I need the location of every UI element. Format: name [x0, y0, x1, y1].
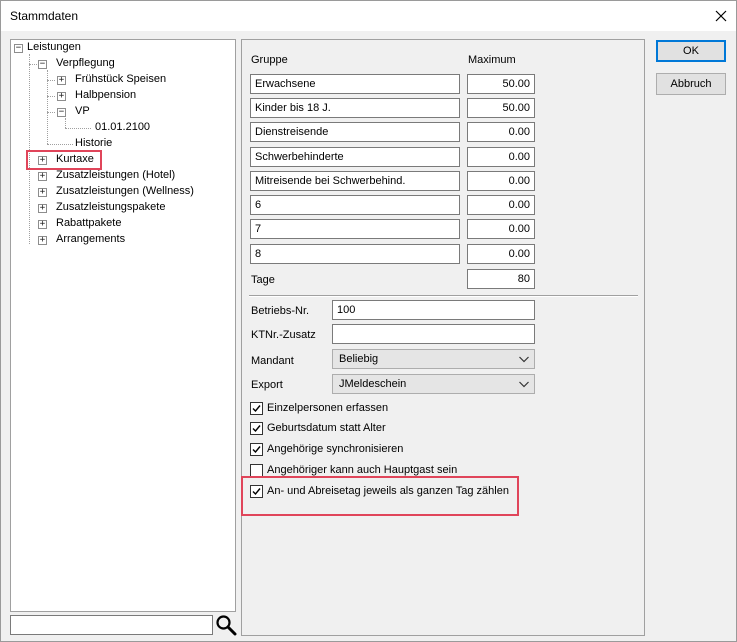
- group-max-field[interactable]: 0.00: [467, 195, 535, 215]
- mandant-value: Beliebig: [339, 353, 379, 365]
- group-name-field[interactable]: Schwerbehinderte: [250, 147, 460, 167]
- expand-icon[interactable]: +: [38, 236, 47, 245]
- export-value: JMeldeschein: [339, 378, 407, 390]
- expand-icon[interactable]: +: [38, 220, 47, 229]
- group-name-field[interactable]: 8: [250, 244, 460, 264]
- checkmark-icon: [252, 488, 261, 496]
- tree-item-rabattpakete[interactable]: Rabattpakete: [56, 217, 121, 229]
- stammdaten-window: Stammdaten − Leistungen − Verpflegung + …: [0, 0, 737, 642]
- group-max-field[interactable]: 0.00: [467, 244, 535, 264]
- group-max-field[interactable]: 0.00: [467, 171, 535, 191]
- an-abreisetag-checkbox[interactable]: [250, 485, 263, 498]
- tree-item-verpflegung[interactable]: Verpflegung: [56, 57, 115, 69]
- window-title: Stammdaten: [10, 9, 79, 23]
- expand-icon[interactable]: +: [38, 188, 47, 197]
- group-name-field[interactable]: Mitreisende bei Schwerbehind.: [250, 171, 460, 191]
- tree-item-historie[interactable]: Historie: [75, 137, 112, 149]
- tage-label: Tage: [251, 274, 275, 286]
- checkmark-icon: [252, 446, 261, 454]
- group-name-field[interactable]: Erwachsene: [250, 74, 460, 94]
- tree-item-zusatzpakete[interactable]: Zusatzleistungspakete: [56, 201, 165, 213]
- close-button[interactable]: [706, 1, 736, 31]
- einzelpersonen-checkbox[interactable]: [250, 402, 263, 415]
- angehoerige-sync-checkbox[interactable]: [250, 443, 263, 456]
- search-button[interactable]: [214, 613, 238, 637]
- column-header-gruppe: Gruppe: [251, 54, 288, 66]
- angehoeriger-hauptgast-checkbox[interactable]: [250, 464, 263, 477]
- tree-item-zusatz-hotel[interactable]: Zusatzleistungen (Hotel): [56, 169, 175, 181]
- group-name-field[interactable]: 6: [250, 195, 460, 215]
- tree-item-date[interactable]: 01.01.2100: [95, 121, 150, 133]
- tree-item-leistungen[interactable]: Leistungen: [27, 41, 81, 53]
- mandant-label: Mandant: [251, 355, 294, 367]
- expand-icon[interactable]: +: [38, 172, 47, 181]
- tree-view[interactable]: − Leistungen − Verpflegung + Frühstück S…: [10, 39, 236, 612]
- group-max-field[interactable]: 0.00: [467, 147, 535, 167]
- angehoeriger-hauptgast-label[interactable]: Angehöriger kann auch Hauptgast sein: [267, 464, 457, 476]
- expand-icon[interactable]: +: [38, 156, 47, 165]
- collapse-icon[interactable]: −: [38, 60, 47, 69]
- tree-item-halbpension[interactable]: Halbpension: [75, 89, 136, 101]
- tree-item-arrangements[interactable]: Arrangements: [56, 233, 125, 245]
- search-icon: [216, 615, 237, 636]
- close-icon: [715, 10, 727, 22]
- ktnr-zusatz-field[interactable]: [332, 324, 535, 344]
- geburtsdatum-label[interactable]: Geburtsdatum statt Alter: [267, 422, 386, 434]
- checkmark-icon: [252, 425, 261, 433]
- group-max-field[interactable]: 0.00: [467, 219, 535, 239]
- collapse-icon[interactable]: −: [14, 44, 23, 53]
- an-abreisetag-label[interactable]: An- und Abreisetag jeweils als ganzen Ta…: [267, 485, 509, 497]
- tree-item-kurtaxe[interactable]: Kurtaxe: [56, 153, 94, 165]
- column-header-maximum: Maximum: [468, 54, 516, 66]
- tree-item-vp[interactable]: VP: [75, 105, 90, 117]
- mandant-select[interactable]: Beliebig: [332, 349, 535, 369]
- ktnr-zusatz-label: KTNr.-Zusatz: [251, 329, 316, 341]
- tage-field[interactable]: 80: [467, 269, 535, 289]
- tree-item-zusatz-wellness[interactable]: Zusatzleistungen (Wellness): [56, 185, 194, 197]
- checkmark-icon: [252, 405, 261, 413]
- title-bar: Stammdaten: [1, 1, 736, 31]
- einzelpersonen-label[interactable]: Einzelpersonen erfassen: [267, 402, 388, 414]
- betriebs-nr-label: Betriebs-Nr.: [251, 305, 310, 317]
- ok-button[interactable]: OK: [656, 40, 726, 62]
- group-max-field[interactable]: 50.00: [467, 74, 535, 94]
- divider: [249, 295, 638, 297]
- export-select[interactable]: JMeldeschein: [332, 374, 535, 394]
- collapse-icon[interactable]: −: [57, 108, 66, 117]
- export-label: Export: [251, 379, 283, 391]
- group-name-field[interactable]: Kinder bis 18 J.: [250, 98, 460, 118]
- group-name-field[interactable]: 7: [250, 219, 460, 239]
- chevron-down-icon: [519, 356, 529, 363]
- group-max-field[interactable]: 50.00: [467, 98, 535, 118]
- expand-icon[interactable]: +: [38, 204, 47, 213]
- tree-search-input[interactable]: [10, 615, 213, 635]
- betriebs-nr-field[interactable]: 100: [332, 300, 535, 320]
- tree-item-fruehstueck[interactable]: Frühstück Speisen: [75, 73, 166, 85]
- angehoerige-sync-label[interactable]: Angehörige synchronisieren: [267, 443, 403, 455]
- group-name-field[interactable]: Dienstreisende: [250, 122, 460, 142]
- geburtsdatum-checkbox[interactable]: [250, 422, 263, 435]
- chevron-down-icon: [519, 381, 529, 388]
- group-max-field[interactable]: 0.00: [467, 122, 535, 142]
- cancel-button[interactable]: Abbruch: [656, 73, 726, 95]
- expand-icon[interactable]: +: [57, 92, 66, 101]
- expand-icon[interactable]: +: [57, 76, 66, 85]
